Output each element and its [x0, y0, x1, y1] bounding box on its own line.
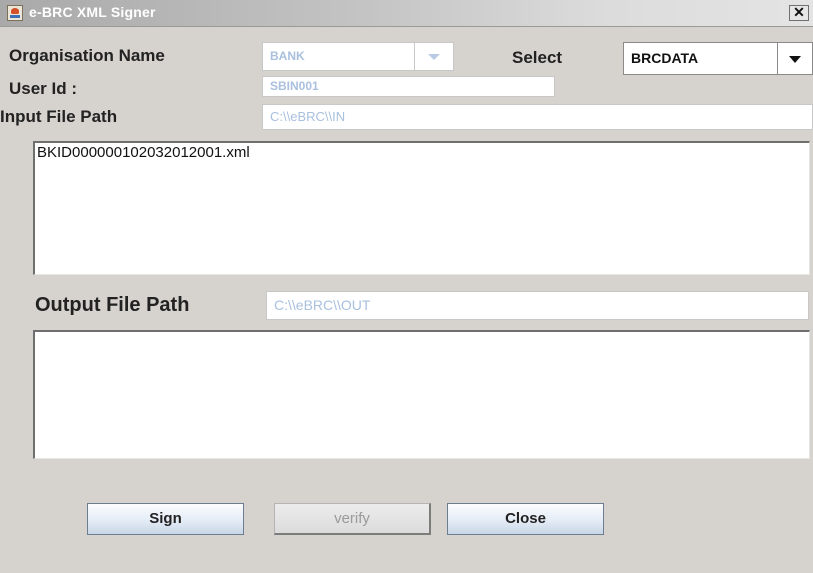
list-item[interactable]: BKID000000102032012001.xml: [37, 144, 250, 161]
org-name-dropdown-button[interactable]: [414, 43, 453, 70]
org-name-label: Organisation Name: [9, 46, 165, 65]
select-label: Select: [512, 48, 563, 67]
org-name-value: BANK: [270, 49, 305, 63]
close-button[interactable]: Close: [447, 503, 604, 535]
user-id-value: SBIN001: [270, 79, 319, 93]
output-file-list[interactable]: [33, 330, 810, 459]
user-id-label: User Id :: [9, 79, 78, 98]
output-path-label: Output File Path: [35, 294, 190, 316]
input-file-list[interactable]: BKID000000102032012001.xml: [33, 141, 810, 275]
verify-button[interactable]: verify: [274, 503, 431, 535]
title-bar: e-BRC XML Signer ✕: [0, 0, 813, 27]
data-select-combobox[interactable]: BRCDATA: [623, 42, 813, 75]
input-path-value: C:\\eBRC\\IN: [270, 109, 346, 124]
user-id-field[interactable]: SBIN001: [262, 76, 555, 97]
sign-button[interactable]: Sign: [87, 503, 244, 535]
chevron-down-icon: [428, 54, 440, 60]
input-path-field[interactable]: C:\\eBRC\\IN: [262, 104, 813, 130]
window-close-button[interactable]: ✕: [789, 5, 809, 21]
window-title: e-BRC XML Signer: [29, 4, 156, 20]
input-path-label: Input File Path: [0, 107, 118, 126]
data-select-value: BRCDATA: [631, 50, 699, 66]
data-select-dropdown-button[interactable]: [777, 43, 812, 74]
java-app-icon: [7, 5, 23, 21]
org-name-combobox[interactable]: BANK: [262, 42, 454, 71]
close-icon: ✕: [793, 4, 805, 20]
output-path-field[interactable]: C:\\eBRC\\OUT: [266, 291, 809, 320]
chevron-down-icon: [789, 56, 801, 63]
output-path-value: C:\\eBRC\\OUT: [274, 297, 371, 313]
